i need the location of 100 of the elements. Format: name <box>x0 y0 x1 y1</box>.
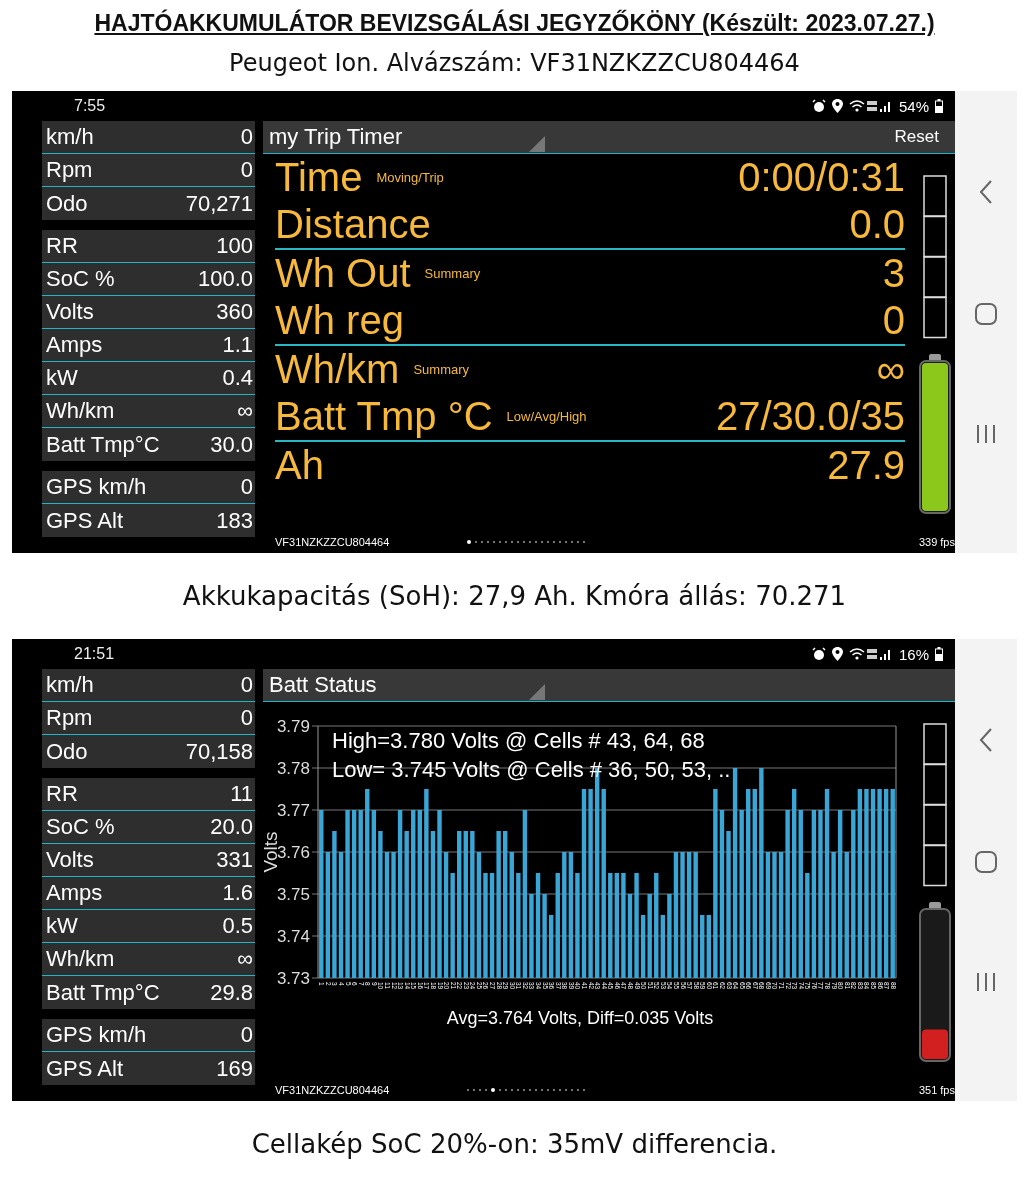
fps-label: 339 fps <box>918 536 955 548</box>
gauge-label: GPS Alt <box>46 507 124 534</box>
gauge-value: 0 <box>240 157 253 183</box>
dropdown-icon[interactable] <box>529 684 545 700</box>
metric-value: 0 <box>882 298 905 343</box>
gauge-value: 0 <box>240 474 253 500</box>
y-tick-label: 3.78 <box>276 759 310 778</box>
metric-note: Summary <box>413 362 470 377</box>
gauge-label: GPS km/h <box>46 1022 147 1048</box>
gauge-label: Odo <box>46 738 88 765</box>
battery-icon <box>935 647 943 661</box>
gauge-value: 0.5 <box>222 913 253 939</box>
metric-value: 27.9 <box>827 443 905 488</box>
chart-summary: Avg=3.764 Volts, Diff=0.035 Volts <box>445 1008 715 1029</box>
gauge-label: Amps <box>46 880 103 906</box>
metric-label: Distance <box>275 202 431 247</box>
gauge-label: GPS Alt <box>46 1055 124 1082</box>
gauge-label: RR <box>46 781 78 807</box>
gauge-value: 0 <box>240 1022 253 1048</box>
home-icon[interactable] <box>974 302 998 326</box>
metric-label: Wh/km <box>275 347 400 392</box>
page-dot[interactable] <box>491 1088 496 1092</box>
gauge-label: RR <box>46 233 78 259</box>
gauge-label: Rpm <box>46 157 93 183</box>
metric-label: Ah <box>275 443 324 488</box>
gauge-value: 0 <box>240 672 253 698</box>
location-icon <box>831 99 843 113</box>
y-tick-label: 3.75 <box>276 885 310 904</box>
gauge-value: 20.0 <box>210 814 253 840</box>
back-icon[interactable] <box>978 179 994 206</box>
y-tick-label: 3.73 <box>276 969 310 988</box>
gauge-label: Amps <box>46 332 103 358</box>
gauge-value: 100 <box>216 233 253 259</box>
metric-label: Wh Out <box>275 251 411 296</box>
panel-title[interactable]: my Trip Timer <box>263 124 403 150</box>
metric-value: 27/30.0/35 <box>715 394 905 439</box>
back-icon[interactable] <box>978 727 994 754</box>
gauge-label: kW <box>46 365 78 391</box>
gauge-value: ∞ <box>237 946 253 972</box>
gauge-value: 331 <box>216 847 253 873</box>
gauge-value: ∞ <box>237 398 253 424</box>
y-tick-label: 3.74 <box>276 927 310 946</box>
fps-label: 351 fps <box>918 1084 955 1096</box>
recent-apps-icon[interactable] <box>975 970 997 993</box>
gauge-value: 30.0 <box>210 431 253 458</box>
gauge-label: Batt Tmp°C <box>46 431 160 458</box>
battery-percent: 16% <box>898 645 929 663</box>
network-status-icon <box>848 647 893 661</box>
y-tick-label: 3.79 <box>276 717 310 736</box>
gauge-value: 100.0 <box>197 266 253 292</box>
gauge-value: 360 <box>216 299 253 325</box>
metric-note: Low/Avg/High <box>506 409 587 424</box>
metric-label: Batt Tmp °C <box>275 394 493 439</box>
reset-button[interactable]: Reset <box>894 127 939 147</box>
chart-annotation: High=3.780 Volts @ Cells # 43, 64, 68 <box>332 728 705 753</box>
gauge-value: 0 <box>240 705 253 731</box>
gauge-value: 1.6 <box>222 880 253 906</box>
gauge-label: Volts <box>46 299 94 325</box>
gauge-value: 0.4 <box>222 365 253 391</box>
gauge-value: 70,271 <box>185 190 253 217</box>
alarm-icon <box>811 647 826 661</box>
panel-title[interactable]: Batt Status <box>263 672 377 698</box>
home-icon[interactable] <box>974 850 998 874</box>
battery-icon <box>935 99 943 113</box>
gauge-label: GPS km/h <box>46 474 147 500</box>
gauge-value: 169 <box>216 1055 253 1082</box>
document-title: HAJTÓAKKUMULÁTOR BEVIZSGÁLÁSI JEGYZŐKÖNY (Készült: 2023.07.27.) <box>94 10 935 37</box>
gauge-label: SoC % <box>46 266 115 292</box>
gauge-label: Batt Tmp°C <box>46 979 160 1006</box>
gauge-value: 70,158 <box>185 738 253 765</box>
gauge-label: SoC % <box>46 814 115 840</box>
battery-percent: 54% <box>898 97 929 115</box>
gauge-value: 1.1 <box>222 332 253 358</box>
metric-value: ∞ <box>876 347 905 392</box>
y-tick-label: 3.77 <box>276 801 310 820</box>
gauge-label: Wh/km <box>46 398 115 424</box>
vin-label: VF31NZKZZCU804464 <box>275 536 390 548</box>
page-dot[interactable] <box>467 540 472 544</box>
gauge-label: Volts <box>46 847 94 873</box>
gauge-label: Odo <box>46 190 88 217</box>
caption: Akkukapacitás (SoH): 27,9 Ah. Kmóra állás: 70.271 <box>182 581 847 611</box>
gauge-value: 11 <box>230 781 253 807</box>
metric-note: Moving/Trip <box>376 170 444 185</box>
caption: Cellakép SoC 20%-on: 35mV differencia. <box>251 1129 778 1159</box>
gauge-label: kW <box>46 913 78 939</box>
gauge-value: 29.8 <box>210 979 253 1006</box>
status-time: 7:55 <box>74 97 106 115</box>
gauge-label: km/h <box>46 124 94 150</box>
gauge-label: Wh/km <box>46 946 115 972</box>
location-icon <box>831 647 843 661</box>
metric-value: 0:00/0:31 <box>738 155 905 200</box>
alarm-icon <box>811 99 826 113</box>
network-status-icon <box>848 99 893 113</box>
metric-value: 0.0 <box>849 202 905 247</box>
recent-apps-icon[interactable] <box>975 422 997 445</box>
gauge-label: km/h <box>46 672 94 698</box>
gauge-value: 0 <box>240 124 253 150</box>
dropdown-icon[interactable] <box>529 136 545 152</box>
vin-label: VF31NZKZZCU804464 <box>275 1084 390 1096</box>
gauge-label: Rpm <box>46 705 93 731</box>
